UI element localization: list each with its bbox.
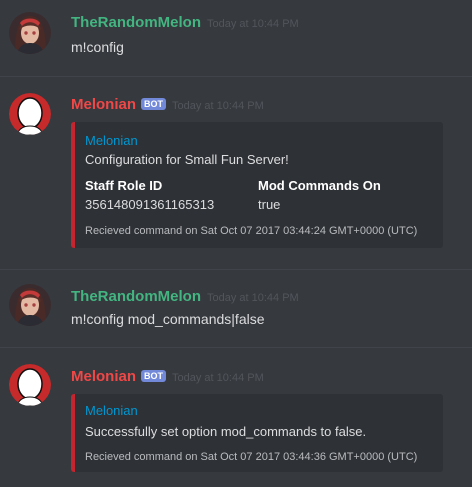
- anime-girl-avatar-icon[interactable]: [9, 12, 51, 54]
- embed-field-name: Staff Role ID: [85, 178, 163, 193]
- message-divider: [0, 269, 472, 270]
- message-author[interactable]: Melonian BOT Today at 10:44 PM: [71, 368, 264, 385]
- message-author[interactable]: TheRandomMelon Today at 10:44 PM: [71, 14, 299, 31]
- message-timestamp: Today at 10:44 PM: [172, 100, 264, 112]
- bot-tag: BOT: [141, 370, 167, 382]
- embed-card: Melonian Successfully set option mod_com…: [71, 394, 443, 472]
- message-text: m!config mod_commands|false: [71, 311, 265, 327]
- message-author[interactable]: Melonian BOT Today at 10:44 PM: [71, 96, 264, 113]
- embed-footer: Recieved command on Sat Oct 07 2017 03:4…: [85, 225, 418, 237]
- embed-description: Successfully set option mod_commands to …: [85, 424, 367, 439]
- author-name[interactable]: TheRandomMelon: [71, 14, 201, 31]
- message-timestamp: Today at 10:44 PM: [172, 372, 264, 384]
- embed-footer: Recieved command on Sat Oct 07 2017 03:4…: [85, 451, 418, 463]
- anime-girl-avatar-icon[interactable]: [9, 284, 51, 326]
- bot-tag: BOT: [141, 98, 167, 110]
- embed-field-value: 356148091361165313: [85, 197, 215, 212]
- author-name[interactable]: Melonian: [71, 368, 136, 385]
- embed-author[interactable]: Melonian: [85, 133, 138, 148]
- embed-card: Melonian Configuration for Small Fun Ser…: [71, 122, 443, 248]
- embed-description: Configuration for Small Fun Server!: [85, 152, 289, 167]
- embed-field-value: true: [258, 197, 281, 212]
- message-timestamp: Today at 10:44 PM: [207, 18, 299, 30]
- message-author[interactable]: TheRandomMelon Today at 10:44 PM: [71, 288, 299, 305]
- face-silhouette-avatar-icon[interactable]: [9, 364, 51, 406]
- message-text: m!config: [71, 39, 124, 55]
- face-silhouette-avatar-icon[interactable]: [9, 93, 51, 135]
- chat-messages: TheRandomMelon Today at 10:44 PM m!config…: [0, 0, 472, 487]
- message-timestamp: Today at 10:44 PM: [207, 292, 299, 304]
- message-divider: [0, 76, 472, 77]
- author-name[interactable]: Melonian: [71, 96, 136, 113]
- embed-field-name: Mod Commands On: [258, 178, 381, 193]
- embed-author[interactable]: Melonian: [85, 403, 138, 418]
- author-name[interactable]: TheRandomMelon: [71, 288, 201, 305]
- message-divider: [0, 347, 472, 348]
